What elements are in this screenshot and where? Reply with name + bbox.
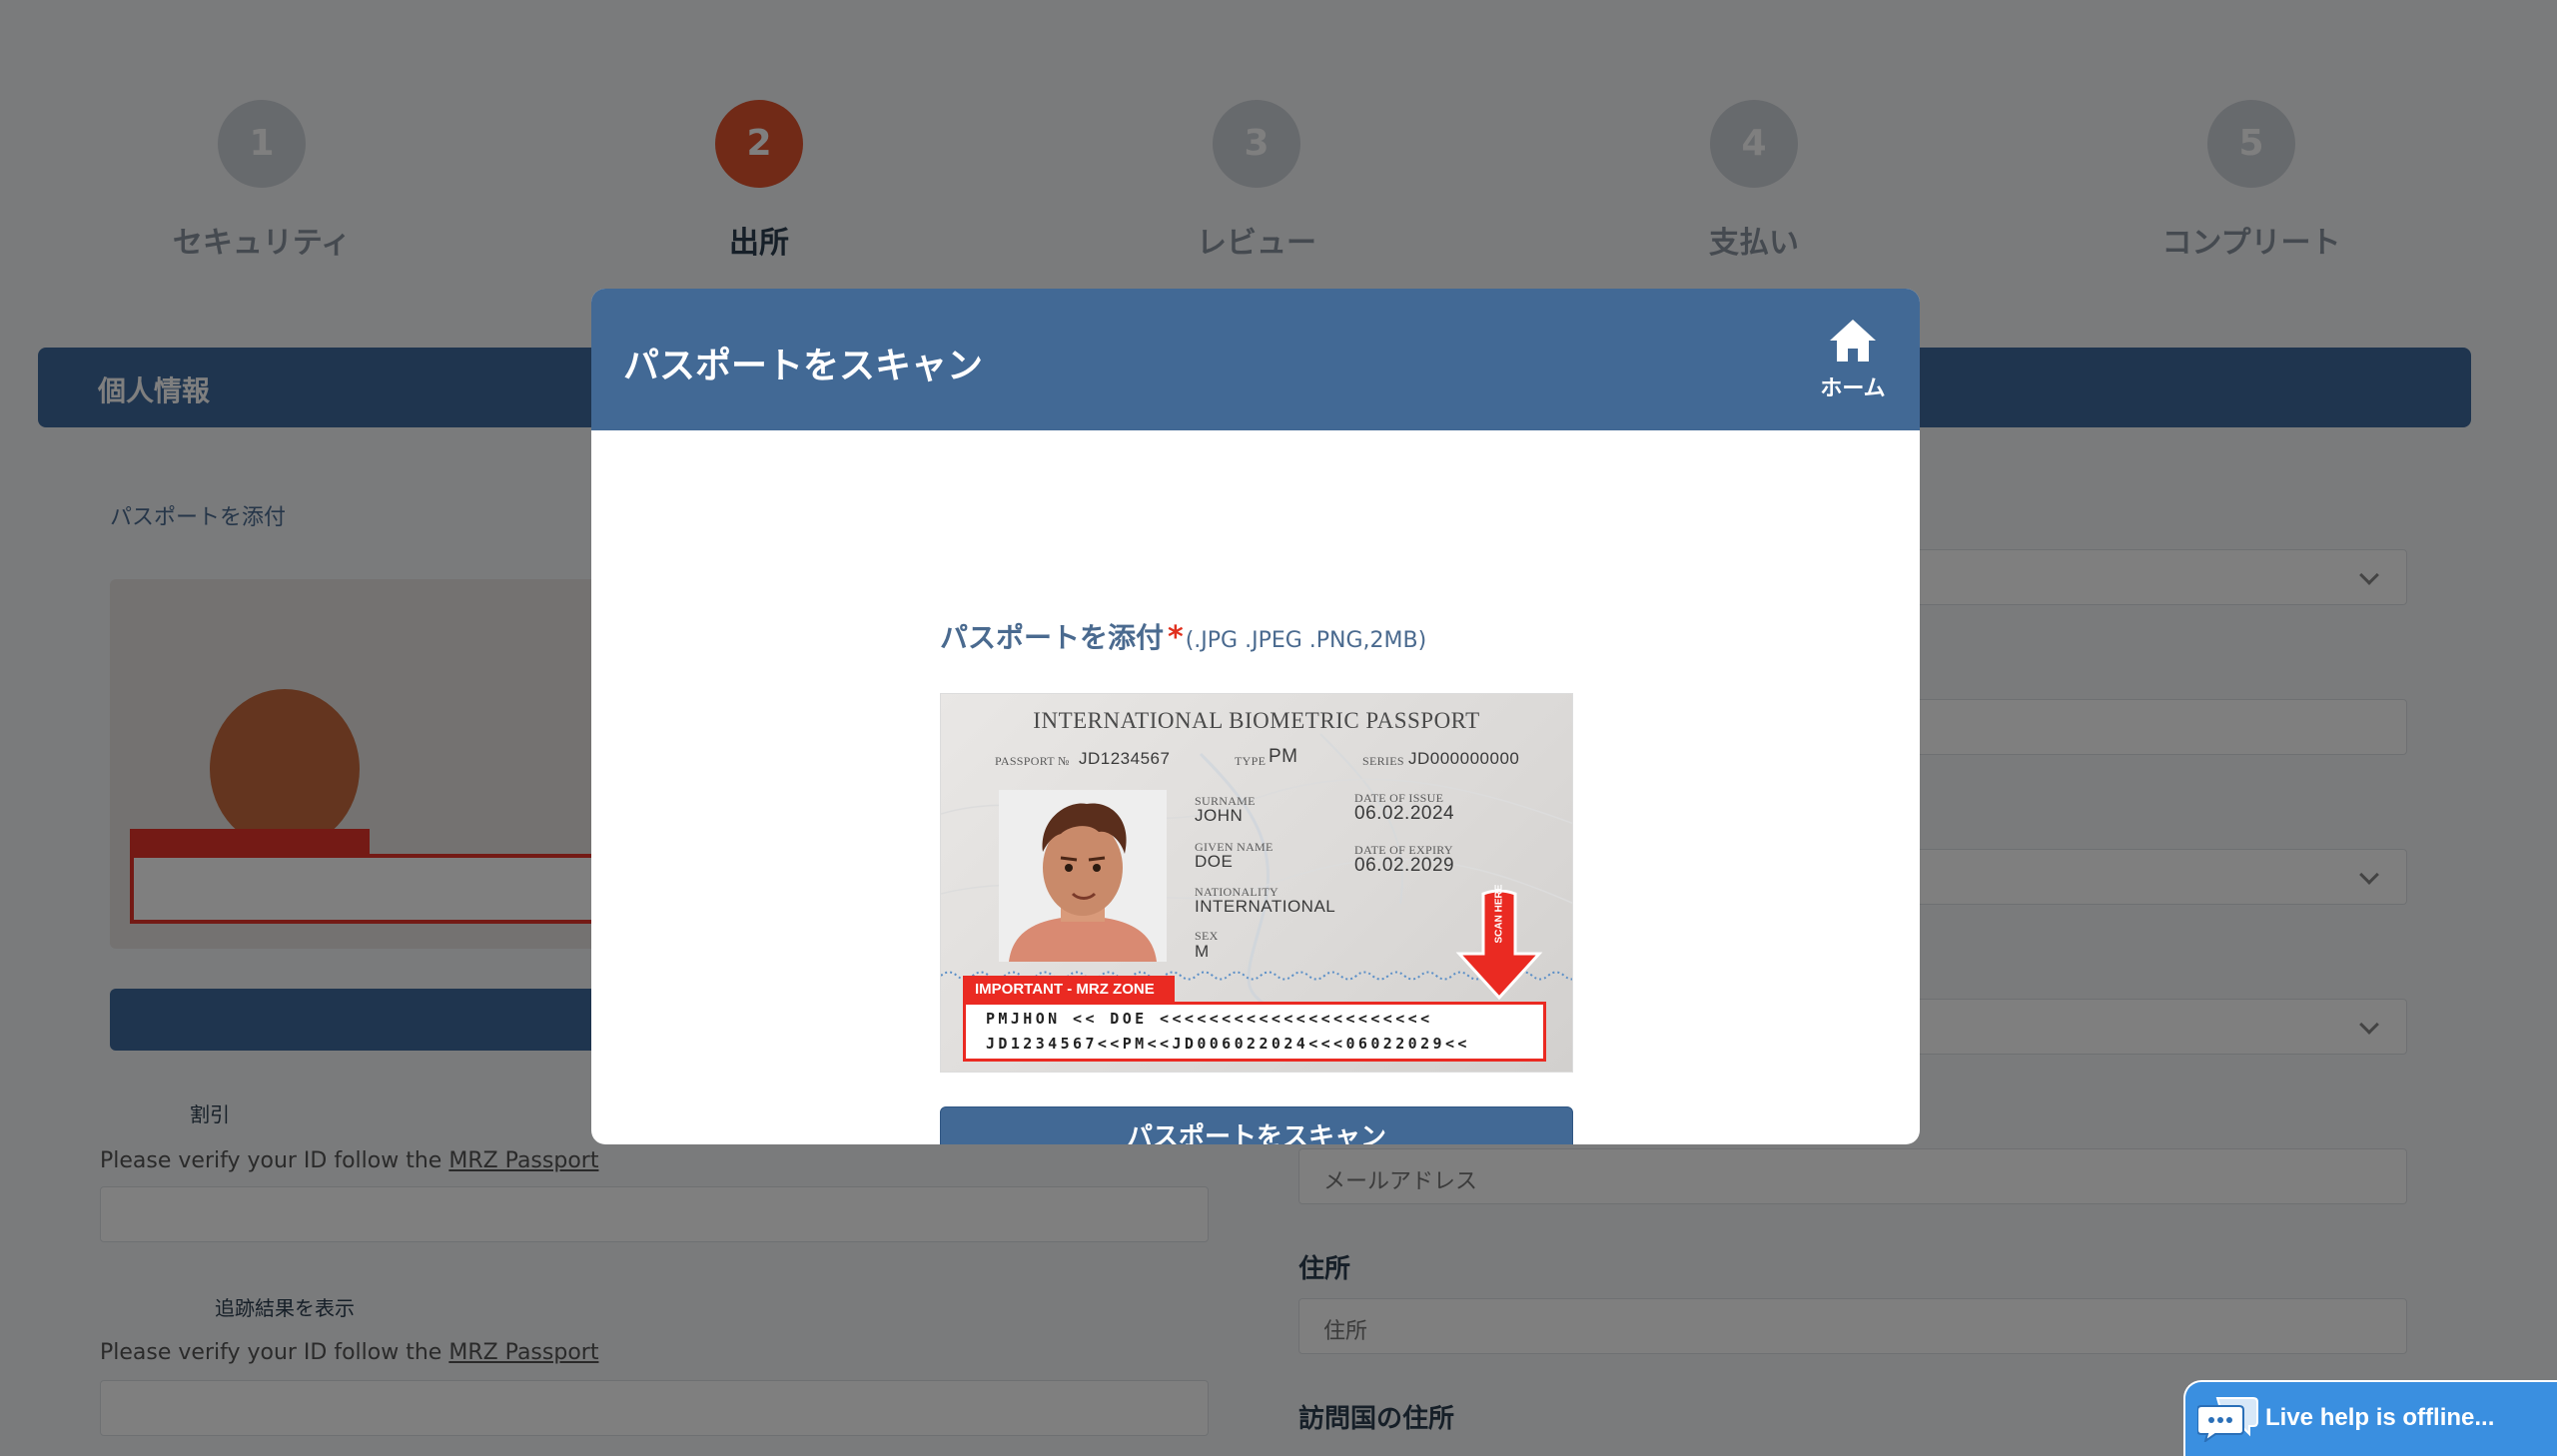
live-help-widget[interactable]: Live help is offline... [2183,1380,2557,1456]
mrz-zone-tag: IMPORTANT - MRZ ZONE [963,976,1175,1004]
expiry-date: 06.02.2029 [1354,855,1455,876]
series-label: SERIES [1362,754,1404,768]
mrz-zone-box: PMJHON << DOE <<<<<<<<<<<<<<<<<<<<<< JD1… [963,1002,1546,1062]
modal-header: パスポートをスキャン ホーム [591,289,1920,430]
mrz-line-1: PMJHON << DOE <<<<<<<<<<<<<<<<<<<<<< [986,1010,1433,1028]
attach-label-text: パスポートを添付 [940,621,1165,654]
required-mark: * [1168,620,1184,655]
issue-date: 06.02.2024 [1354,803,1455,824]
file-formats: (.JPG .JPEG .PNG,2MB) [1185,628,1427,653]
surname: JOHN [1195,806,1244,825]
mrz-line-2: JD1234567<<PM<<JD006022024<<<06022029<< [986,1035,1470,1053]
attach-passport-label: パスポートを添付 *(.JPG .JPEG .PNG,2MB) [940,616,1426,656]
home-button[interactable]: ホーム [1818,317,1888,402]
nationality: INTERNATIONAL [1195,897,1336,916]
modal-body: パスポートを添付 *(.JPG .JPEG .PNG,2MB) INTERNATI… [591,430,1920,1144]
sex: M [1195,942,1210,961]
passport-title: INTERNATIONAL BIOMETRIC PASSPORT [1033,708,1480,733]
passport-photo [999,790,1167,962]
live-help-status: Live help is offline... [2265,1404,2495,1431]
given-name: DOE [1195,852,1234,871]
type-label: TYPE [1235,754,1267,768]
modal-title: パスポートをスキャン [623,346,984,386]
person-avatar-icon [1009,803,1157,962]
passport-type: PM [1269,746,1298,767]
passport-no: JD1234567 [1079,749,1171,768]
scan-passport-modal: パスポートをスキャン ホーム パスポートを添付 *(.JPG .JPEG .PNG… [591,289,1920,1144]
scan-here-label: SCAN HERE [1493,884,1505,944]
scan-passport-button[interactable]: パスポートをスキャン [940,1106,1573,1144]
home-label: ホーム [1820,376,1886,401]
chat-bubbles-icon [2197,1397,2258,1442]
passport-series: JD000000000 [1408,749,1520,768]
passport-no-label: PASSPORT № [995,754,1070,768]
passport-sample-image[interactable]: INTERNATIONAL BIOMETRIC PASSPORT PASSPOR… [940,693,1573,1073]
home-icon [1830,320,1876,362]
